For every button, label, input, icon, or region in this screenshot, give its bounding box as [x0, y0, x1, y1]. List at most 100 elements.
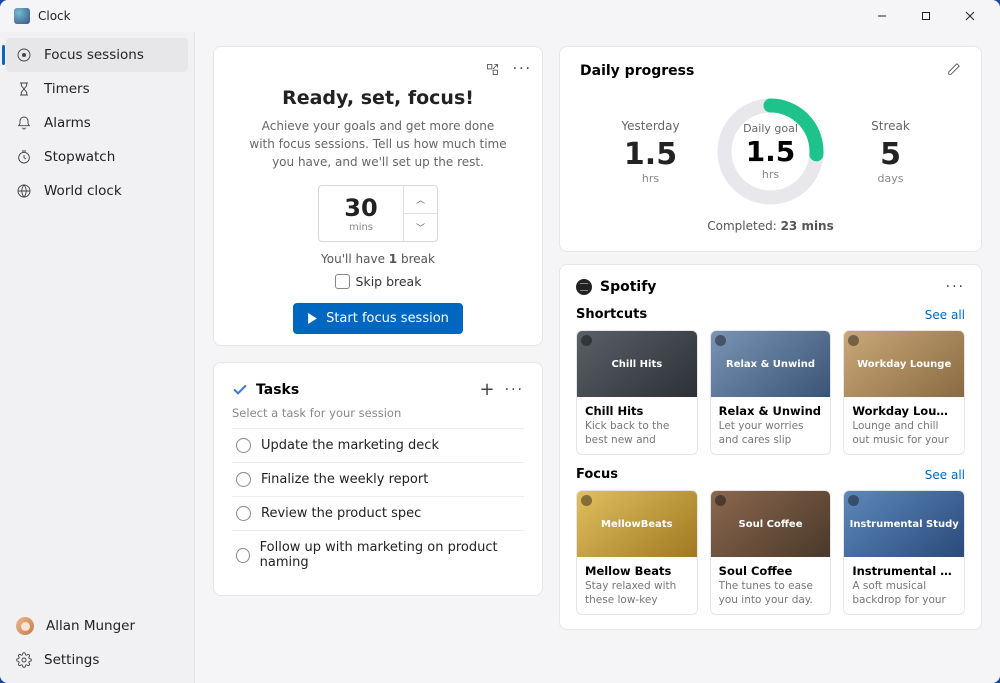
task-item[interactable]: Finalize the weekly report — [232, 462, 524, 496]
nav-icon — [16, 149, 32, 165]
close-button[interactable] — [948, 1, 992, 31]
see-all-link[interactable]: See all — [925, 308, 965, 322]
break-info: You'll have 1 break — [232, 252, 524, 266]
playlist-title: Relax & Unwind — [719, 404, 823, 418]
playlist-cover: MellowBeats — [577, 491, 697, 557]
add-task-button[interactable]: + — [480, 379, 495, 400]
spotify-badge-icon — [715, 495, 726, 506]
task-radio[interactable] — [236, 506, 251, 521]
spotify-section-title: Focus — [576, 467, 618, 482]
tasks-title: Tasks — [256, 382, 299, 398]
minimize-button[interactable] — [860, 1, 904, 31]
playlist-card[interactable]: Instrumental Study Instrumental Study A so… — [843, 490, 965, 615]
daily-progress-card: Daily progress Yesterday 1.5 hrs — [559, 46, 982, 252]
playlist-title: Instrumental Study — [852, 564, 956, 578]
duration-unit: mins — [319, 222, 403, 233]
more-button[interactable]: ··· — [513, 61, 532, 77]
playlist-card[interactable]: Workday LoungeWorkday LoungeLounge and c… — [843, 330, 965, 455]
completed-text: Completed: 23 mins — [580, 219, 961, 233]
spotify-badge-icon — [848, 335, 859, 346]
playlist-desc: The tunes to ease you into your day. — [719, 580, 823, 606]
task-radio[interactable] — [236, 548, 250, 563]
settings-label: Settings — [44, 652, 99, 668]
yesterday-unit: hrs — [588, 172, 713, 185]
streak-unit: days — [828, 172, 953, 185]
playlist-cover: Workday Lounge — [844, 331, 964, 397]
goal-value: 1.5 — [746, 135, 796, 168]
nav-label: Timers — [44, 81, 90, 97]
avatar-icon — [16, 617, 34, 635]
nav-icon — [16, 81, 32, 97]
sidebar-settings[interactable]: Settings — [6, 643, 188, 677]
playlist-card[interactable]: MellowBeats Mellow Beats Stay relaxed with… — [576, 490, 698, 615]
focus-description: Achieve your goals and get more done wit… — [248, 117, 508, 171]
goal-unit: hrs — [762, 168, 779, 181]
playlist-card[interactable]: Soul CoffeeSoul CoffeeThe tunes to ease … — [710, 490, 832, 615]
duration-decrease[interactable]: ﹀ — [404, 214, 437, 241]
focus-title: Ready, set, focus! — [232, 87, 524, 109]
skip-break-checkbox[interactable] — [335, 274, 350, 289]
task-label: Finalize the weekly report — [261, 472, 428, 487]
spotify-badge-icon — [581, 495, 592, 506]
sidebar-item-world-clock[interactable]: World clock — [6, 174, 188, 208]
start-focus-button[interactable]: Start focus session — [293, 303, 463, 334]
sidebar-item-timers[interactable]: Timers — [6, 72, 188, 106]
duration-increase[interactable]: ︿ — [404, 186, 437, 214]
playlist-cover: Chill Hits — [577, 331, 697, 397]
play-icon — [307, 313, 318, 324]
app-title: Clock — [38, 9, 71, 23]
skip-break-label: Skip break — [356, 274, 422, 289]
sidebar: Focus sessions Timers Alarms StopwatchWorld… — [0, 32, 195, 683]
sidebar-item-focus-sessions[interactable]: Focus sessions — [6, 38, 188, 72]
spotify-title: Spotify — [600, 279, 656, 295]
yesterday-value: 1.5 — [588, 137, 713, 172]
see-all-link[interactable]: See all — [925, 468, 965, 482]
task-item[interactable]: Update the marketing deck — [232, 428, 524, 462]
playlist-card[interactable]: Chill Hits Chill Hits Kick back to the bes… — [576, 330, 698, 455]
playlist-desc: Let your worries and cares slip away. — [719, 420, 823, 446]
playlist-desc: Kick back to the best new and rece... — [585, 420, 689, 446]
spotify-card: Spotify ··· ShortcutsSee allChill HitsCh… — [559, 264, 982, 630]
playlist-title: Workday Lounge — [852, 404, 956, 418]
playlist-desc: A soft musical backdrop for your ... — [852, 580, 956, 606]
task-label: Follow up with marketing on product nami… — [260, 540, 520, 570]
goal-label: Daily goal — [743, 122, 798, 135]
spotify-more-button[interactable]: ··· — [946, 279, 965, 295]
task-item[interactable]: Follow up with marketing on product nami… — [232, 530, 524, 579]
tasks-check-icon — [232, 382, 248, 398]
user-account[interactable]: Allan Munger — [6, 609, 188, 643]
playlist-cover: Relax & Unwind — [711, 331, 831, 397]
playlist-cover: Instrumental Study — [844, 491, 964, 557]
nav-label: Focus sessions — [44, 47, 144, 63]
nav-icon — [16, 183, 32, 199]
duration-picker: 30 mins ︿ ﹀ — [318, 185, 438, 242]
task-label: Review the product spec — [261, 506, 421, 521]
sidebar-item-alarms[interactable]: Alarms — [6, 106, 188, 140]
playlist-card[interactable]: Relax & Unwind Relax & Unwind Let your wor… — [710, 330, 832, 455]
task-item[interactable]: Review the product spec — [232, 496, 524, 530]
maximize-button[interactable] — [904, 1, 948, 31]
tasks-subtitle: Select a task for your session — [232, 406, 524, 420]
spotify-logo-icon — [576, 279, 592, 295]
app-window: Clock Focus sessions Timers Alarms Stopwatc… — [0, 0, 1000, 683]
spotify-badge-icon — [715, 335, 726, 346]
clock-app-icon — [14, 8, 30, 24]
nav-label: Alarms — [44, 115, 91, 131]
playlist-desc: Stay relaxed with these low-key beat... — [585, 580, 689, 606]
task-radio[interactable] — [236, 472, 251, 487]
tasks-card: Tasks + ··· Select a task for your sessi… — [213, 362, 543, 596]
spotify-section-title: Shortcuts — [576, 307, 647, 322]
spotify-badge-icon — [848, 495, 859, 506]
edit-goal-button[interactable] — [947, 61, 961, 80]
tasks-more-button[interactable]: ··· — [505, 382, 524, 398]
task-radio[interactable] — [236, 438, 251, 453]
duration-value: 30 — [319, 194, 403, 222]
yesterday-label: Yesterday — [588, 119, 713, 133]
expand-icon[interactable] — [481, 57, 505, 81]
progress-title: Daily progress — [580, 63, 694, 79]
sidebar-item-stopwatch[interactable]: Stopwatch — [6, 140, 188, 174]
nav-icon — [16, 115, 32, 131]
playlist-title: Chill Hits — [585, 404, 689, 418]
playlist-title: Mellow Beats — [585, 564, 689, 578]
playlist-title: Soul Coffee — [719, 564, 823, 578]
